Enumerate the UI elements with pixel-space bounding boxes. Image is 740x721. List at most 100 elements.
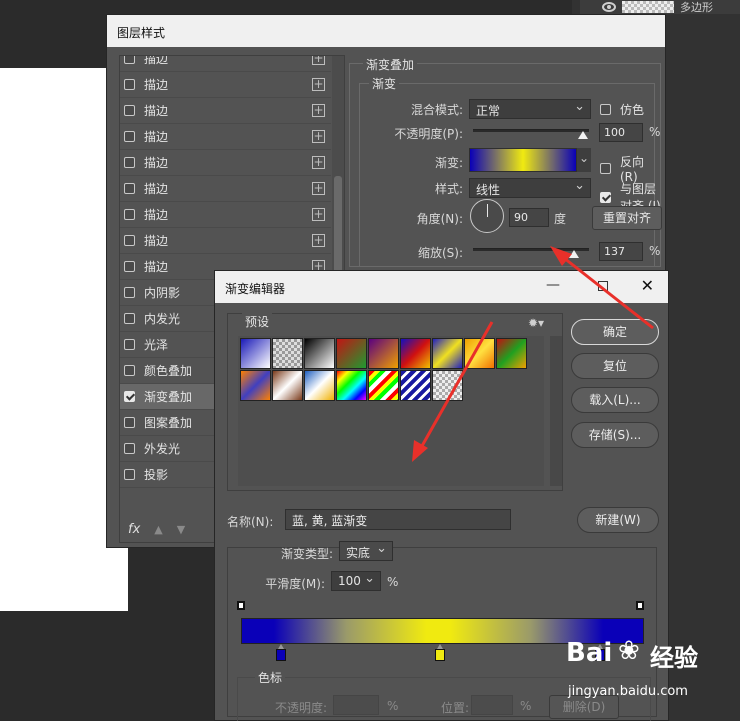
preset-swatch[interactable] <box>240 338 271 369</box>
effect-checkbox[interactable] <box>124 313 135 324</box>
stop-location-field[interactable] <box>471 695 513 715</box>
layer-name[interactable]: 多边形 <box>680 0 713 15</box>
preset-swatch[interactable] <box>368 370 399 401</box>
effect-checkbox[interactable] <box>124 209 135 220</box>
add-effect-icon[interactable]: + <box>312 56 325 65</box>
add-effect-icon[interactable]: + <box>312 104 325 117</box>
layer-thumbnail[interactable] <box>622 1 674 13</box>
align-check[interactable] <box>600 191 611 203</box>
effect-checkbox[interactable] <box>124 131 135 142</box>
stop-opacity-field[interactable] <box>333 695 379 715</box>
close-icon[interactable]: ✕ <box>641 276 654 295</box>
add-effect-icon[interactable]: + <box>312 156 325 169</box>
preset-swatch[interactable] <box>304 370 335 401</box>
preset-swatch[interactable] <box>432 338 463 369</box>
eye-icon[interactable] <box>602 2 616 12</box>
effect-checkbox[interactable] <box>124 443 135 454</box>
color-stop-middle[interactable] <box>435 644 445 661</box>
effect-item[interactable]: 描边 + <box>120 72 331 98</box>
fx-icon[interactable]: fx <box>128 522 140 537</box>
preset-swatch[interactable] <box>464 338 495 369</box>
effect-checkbox[interactable] <box>124 79 135 90</box>
add-effect-icon[interactable]: + <box>312 234 325 247</box>
scale-slider-thumb[interactable] <box>569 250 579 258</box>
maximize-icon[interactable] <box>598 281 608 291</box>
minimize-icon[interactable]: — <box>546 277 560 293</box>
new-button[interactable]: 新建(W) <box>577 507 659 533</box>
section-title: 渐变叠加 <box>363 56 418 73</box>
reverse-check[interactable] <box>600 163 611 174</box>
effect-checkbox[interactable] <box>124 391 135 402</box>
scale-unit: % <box>649 244 661 258</box>
preset-swatch[interactable] <box>496 338 527 369</box>
angle-dial[interactable] <box>470 199 504 233</box>
preset-swatch[interactable] <box>272 338 303 369</box>
preset-swatch[interactable] <box>336 338 367 369</box>
presets-scrollbar[interactable] <box>550 336 562 486</box>
effect-checkbox[interactable] <box>124 183 135 194</box>
effect-label: 投影 <box>144 468 169 482</box>
effect-item[interactable]: 描边 + <box>120 56 331 72</box>
effect-item[interactable]: 描边 + <box>120 228 331 254</box>
gradient-picker-arrow[interactable]: ⌄ <box>577 148 591 172</box>
color-stop-left[interactable] <box>276 644 286 661</box>
effect-item[interactable]: 描边 + <box>120 124 331 150</box>
preset-swatch[interactable] <box>400 338 431 369</box>
add-effect-icon[interactable]: + <box>312 78 325 91</box>
opacity-field[interactable]: 100 <box>599 123 643 142</box>
opacity-label: 不透明度(P): <box>394 127 463 141</box>
effect-item[interactable]: 描边 + <box>120 98 331 124</box>
effect-item[interactable]: 描边 + <box>120 202 331 228</box>
add-effect-icon[interactable]: + <box>312 182 325 195</box>
move-down-icon[interactable]: ▼ <box>177 523 185 536</box>
preset-swatch[interactable] <box>336 370 367 401</box>
style-dropdown[interactable]: 线性 <box>469 178 591 198</box>
dither-check[interactable] <box>600 104 611 115</box>
effect-checkbox[interactable] <box>124 339 135 350</box>
effect-checkbox[interactable] <box>124 469 135 480</box>
add-effect-icon[interactable]: + <box>312 208 325 221</box>
effect-checkbox[interactable] <box>124 105 135 116</box>
effect-label: 描边 <box>144 182 169 196</box>
opacity-stop-right[interactable] <box>636 601 644 610</box>
preset-swatch[interactable] <box>272 370 303 401</box>
reset-button[interactable]: 复位 <box>571 353 659 379</box>
angle-field[interactable]: 90 <box>509 208 549 227</box>
blend-mode-dropdown[interactable]: 正常 <box>469 99 591 119</box>
gear-icon[interactable]: ✹▾ <box>528 316 544 330</box>
scale-field[interactable]: 137 <box>599 242 643 261</box>
add-effect-icon[interactable]: + <box>312 130 325 143</box>
effect-checkbox[interactable] <box>124 365 135 376</box>
opacity-slider-thumb[interactable] <box>578 131 588 139</box>
opacity-stop-left[interactable] <box>237 601 245 610</box>
gradient-type-dropdown[interactable]: 实底 <box>339 541 393 561</box>
save-button[interactable]: 存储(S)... <box>571 422 659 448</box>
effect-item[interactable]: 描边 + <box>120 150 331 176</box>
gradient-type-label: 渐变类型: <box>280 547 333 561</box>
effect-checkbox[interactable] <box>124 56 135 64</box>
load-button[interactable]: 载入(L)... <box>571 387 659 413</box>
preset-swatch[interactable] <box>304 338 335 369</box>
effect-label: 光泽 <box>144 338 169 352</box>
effect-checkbox[interactable] <box>124 235 135 246</box>
blend-mode-label: 混合模式: <box>410 103 463 117</box>
effect-checkbox[interactable] <box>124 417 135 428</box>
gradient-preview[interactable] <box>469 148 577 172</box>
preset-swatch[interactable] <box>240 370 271 401</box>
move-up-icon[interactable]: ▲ <box>154 523 162 536</box>
angle-unit: 度 <box>554 212 567 226</box>
preset-swatch[interactable] <box>432 370 463 401</box>
gradient-name-field[interactable]: 蓝, 黄, 蓝渐变 <box>285 509 511 530</box>
reset-alignment-button[interactable]: 重置对齐 <box>592 206 662 230</box>
angle-label: 角度(N): <box>416 212 463 226</box>
opacity-slider[interactable] <box>473 129 589 132</box>
dither-checkbox[interactable]: 仿色 <box>600 101 644 118</box>
effect-item[interactable]: 描边 + <box>120 176 331 202</box>
effect-checkbox[interactable] <box>124 261 135 272</box>
effect-checkbox[interactable] <box>124 287 135 298</box>
ok-button[interactable]: 确定 <box>571 319 659 345</box>
preset-swatch[interactable] <box>368 338 399 369</box>
preset-swatch[interactable] <box>400 370 431 401</box>
smoothness-dropdown[interactable]: 100 <box>331 571 381 591</box>
effect-checkbox[interactable] <box>124 157 135 168</box>
